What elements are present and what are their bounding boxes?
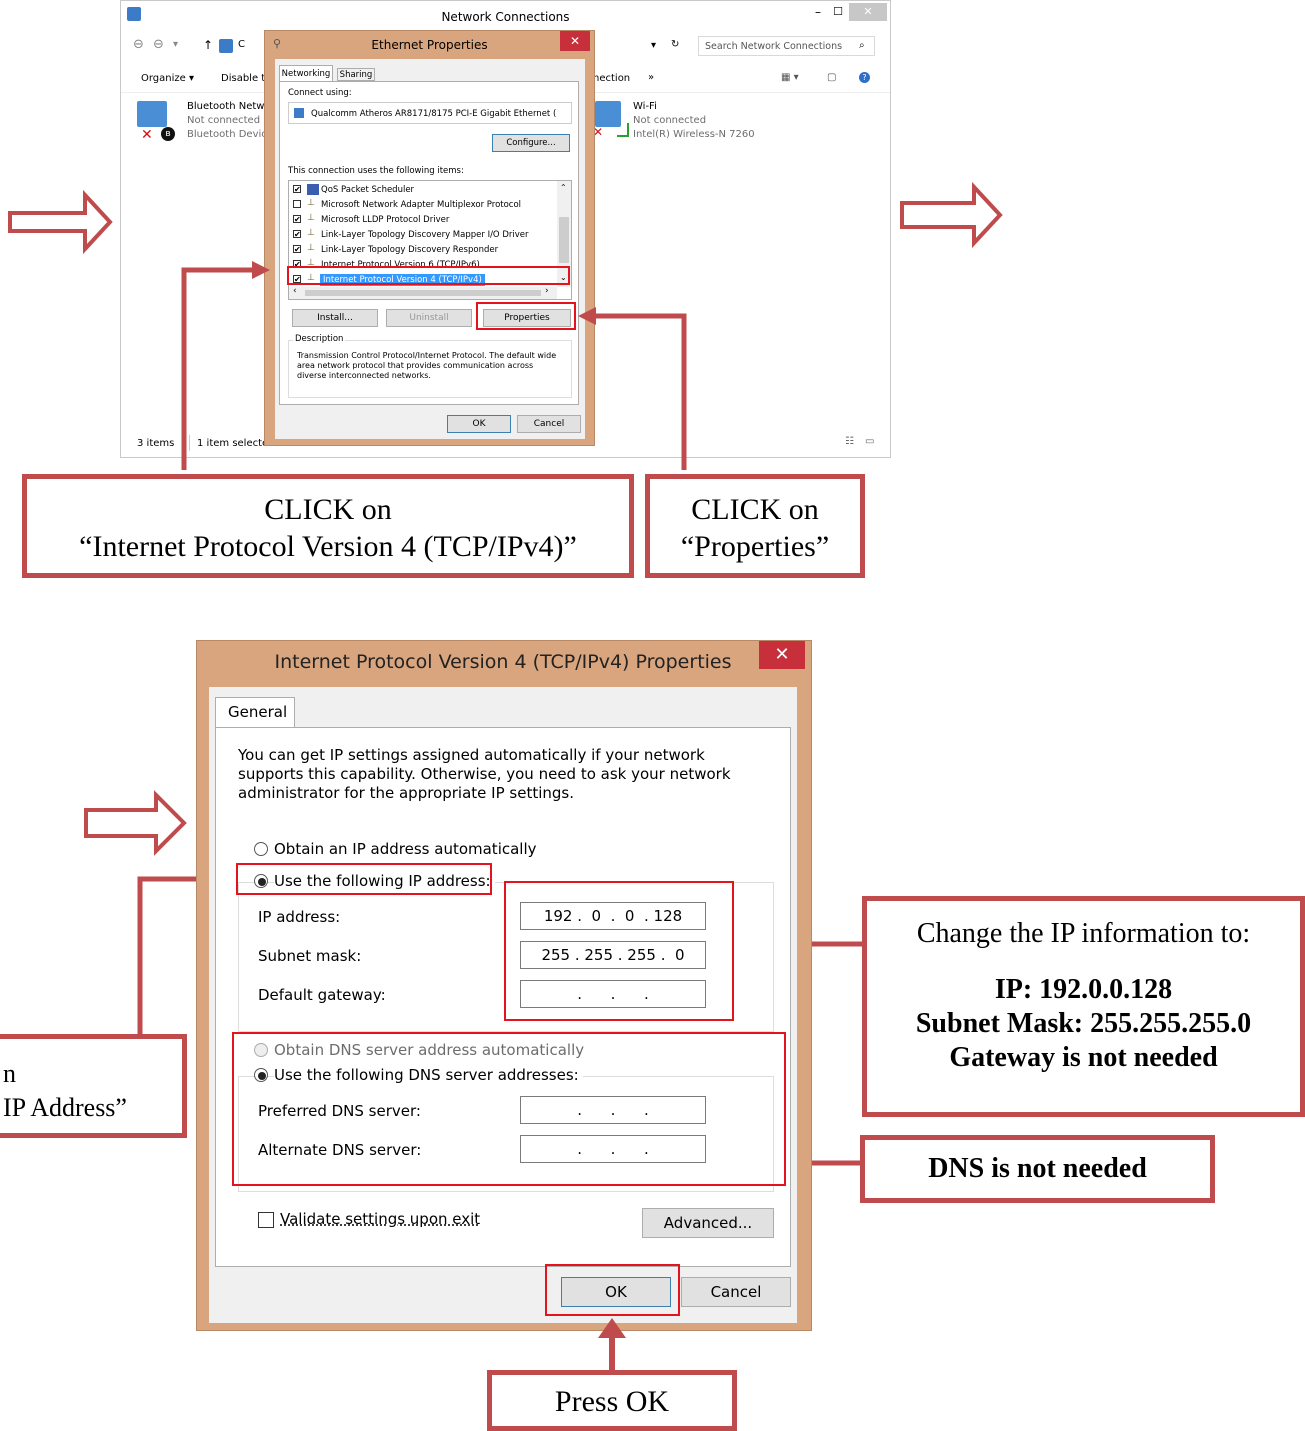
callout-gateway: Gateway is not needed (949, 1042, 1218, 1073)
callout-title: Change the IP information to: (916, 918, 1251, 949)
tab-general[interactable]: General (215, 697, 295, 727)
cancel-button[interactable]: Cancel (681, 1277, 791, 1307)
ip-address-label: IP address: (258, 908, 341, 926)
use-ip-highlight (236, 863, 492, 895)
callout-line: n (3, 1059, 16, 1088)
obtain-ip-radio[interactable] (254, 842, 268, 856)
callout-line: “Internet Protocol Version 4 (TCP/IPv4)” (79, 530, 577, 563)
callout-line: IP Address” (3, 1093, 127, 1122)
dns-highlight (232, 1032, 786, 1186)
hollow-arrow-icon (900, 181, 1003, 249)
ip-fields-highlight (504, 881, 734, 1021)
intro-text: You can get IP settings assigned automat… (238, 746, 731, 802)
connector-ipv4 (181, 267, 262, 470)
hollow-arrow-icon (8, 189, 113, 255)
advanced-button[interactable]: Advanced... (642, 1208, 774, 1238)
callout-ip: IP: 192.0.0.128 (994, 974, 1173, 1005)
callout-line: CLICK on (691, 493, 819, 526)
callout-dns: DNS is not needed (860, 1135, 1215, 1203)
default-gateway-label: Default gateway: (258, 986, 386, 1004)
callout-press-ok: Press OK (487, 1370, 737, 1431)
validate-label[interactable]: Validate settings upon exit (280, 1210, 480, 1228)
subnet-mask-label: Subnet mask: (258, 947, 362, 965)
hollow-arrow-icon (84, 790, 187, 856)
arrowhead-icon (252, 261, 270, 279)
connector-ok (609, 1336, 615, 1370)
obtain-ip-label[interactable]: Obtain an IP address automatically (274, 840, 537, 858)
arrowhead-icon (598, 1318, 626, 1338)
callout-click-properties: CLICK on “Properties” (645, 474, 865, 578)
callout-line: “Properties” (680, 530, 830, 563)
callout-ip-info: Change the IP information to: IP: 192.0.… (862, 896, 1305, 1117)
close-button[interactable]: ✕ (759, 641, 805, 669)
validate-checkbox[interactable] (258, 1212, 274, 1228)
dialog-title: Internet Protocol Version 4 (TCP/IPv4) P… (274, 651, 732, 673)
ok-highlight (545, 1264, 680, 1316)
callout-line: DNS is not needed (928, 1153, 1147, 1184)
callout-mask: Subnet Mask: 255.255.255.0 (915, 1008, 1252, 1039)
callout-line: Press OK (554, 1385, 670, 1418)
callout-line: CLICK on (264, 493, 392, 526)
callout-use-ip: n IP Address” (0, 1034, 187, 1138)
arrowhead-icon (578, 307, 596, 325)
callout-click-ipv4: CLICK on “Internet Protocol Version 4 (T… (22, 474, 634, 578)
connector-properties (592, 313, 687, 470)
